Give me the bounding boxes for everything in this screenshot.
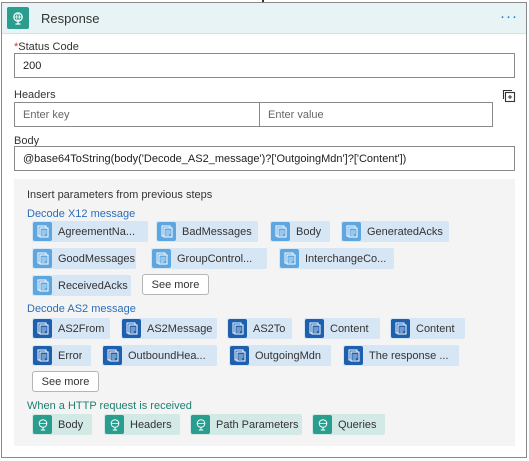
token-label: Path Parameters	[216, 418, 299, 431]
globe-icon	[313, 415, 332, 434]
token-label: AS2To	[253, 322, 286, 335]
token-agreementname[interactable]: AgreementNa...	[32, 221, 148, 242]
token-label: Error	[58, 349, 83, 362]
token-http-path-parameters[interactable]: Path Parameters	[190, 414, 302, 435]
token-generatedacks[interactable]: GeneratedAcks	[341, 221, 449, 242]
header-value-input[interactable]: Enter value	[259, 102, 493, 127]
token-label: Body	[296, 225, 322, 238]
token-label: GoodMessages	[58, 252, 136, 265]
document-icon	[122, 319, 141, 338]
document-icon	[33, 346, 52, 365]
document-icon	[33, 222, 52, 241]
token-label: Queries	[338, 418, 377, 431]
token-goodmessages[interactable]: GoodMessages	[32, 248, 136, 269]
document-icon	[152, 249, 171, 268]
document-icon	[33, 249, 52, 268]
token-http-headers[interactable]: Headers	[104, 414, 180, 435]
header-key-input[interactable]: Enter key	[14, 102, 261, 127]
token-label: Content	[330, 322, 369, 335]
document-icon	[271, 222, 290, 241]
body-expression-input[interactable]: @base64ToString(body('Decode_AS2_message…	[14, 146, 515, 171]
token-http-body[interactable]: Body	[32, 414, 92, 435]
more-options-button[interactable]: ···	[500, 8, 518, 25]
document-icon	[344, 346, 363, 365]
document-icon	[33, 319, 52, 338]
token-error[interactable]: Error	[32, 345, 91, 366]
dynamic-content-panel: Insert parameters from previous steps De…	[14, 179, 515, 446]
copy-icon[interactable]	[502, 89, 516, 103]
token-as2from[interactable]: AS2From	[32, 318, 110, 339]
token-as2message[interactable]: AS2Message	[121, 318, 217, 339]
token-label: ReceivedAcks	[58, 279, 128, 292]
token-label: The response ...	[369, 349, 449, 362]
token-outgoingmdn[interactable]: OutgoingMdn	[229, 345, 331, 366]
card-title: Response	[41, 11, 100, 26]
token-label: Content	[416, 322, 455, 335]
token-interchangecontrol[interactable]: InterchangeCo...	[279, 248, 394, 269]
globe-icon	[105, 415, 124, 434]
token-label: AS2Message	[147, 322, 213, 335]
token-groupcontrol[interactable]: GroupControl...	[151, 248, 267, 269]
document-icon	[305, 319, 324, 338]
token-label: AgreementNa...	[58, 225, 136, 238]
token-label: Headers	[130, 418, 172, 431]
section-decode-x12: Decode X12 message	[27, 208, 136, 220]
token-label: GeneratedAcks	[367, 225, 443, 238]
token-outboundheaders[interactable]: OutboundHea...	[102, 345, 217, 366]
token-label: InterchangeCo...	[305, 252, 387, 265]
document-icon	[228, 319, 247, 338]
globe-icon	[33, 415, 52, 434]
document-icon	[230, 346, 249, 365]
token-the-response[interactable]: The response ...	[343, 345, 459, 366]
document-icon	[391, 319, 410, 338]
status-code-input[interactable]: 200	[14, 53, 515, 78]
token-label: Body	[58, 418, 84, 431]
card-header[interactable]: Response ···	[2, 3, 526, 34]
section-decode-as2: Decode AS2 message	[27, 303, 136, 315]
token-label: OutboundHea...	[128, 349, 206, 362]
document-icon	[342, 222, 361, 241]
document-icon	[33, 276, 52, 295]
document-icon	[280, 249, 299, 268]
token-label: OutgoingMdn	[255, 349, 322, 362]
status-code-label: *Status Code	[14, 41, 79, 53]
token-body[interactable]: Body	[270, 221, 330, 242]
token-label: BadMessages	[182, 225, 252, 238]
globe-icon	[7, 7, 29, 29]
headers-label: Headers	[14, 89, 56, 101]
section-http-request: When a HTTP request is received	[27, 400, 192, 412]
token-http-queries[interactable]: Queries	[312, 414, 385, 435]
token-as2to[interactable]: AS2To	[227, 318, 292, 339]
token-label: AS2From	[58, 322, 105, 335]
document-icon	[157, 222, 176, 241]
panel-title: Insert parameters from previous steps	[27, 189, 213, 201]
x12-see-more-button[interactable]: See more	[142, 274, 209, 295]
token-content-1[interactable]: Content	[304, 318, 380, 339]
response-action-card: Response ··· *Status Code 200 Headers En…	[1, 2, 527, 458]
status-code-label-text: Status Code	[18, 41, 79, 53]
token-badmessages[interactable]: BadMessages	[156, 221, 258, 242]
token-content-2[interactable]: Content	[390, 318, 465, 339]
globe-icon	[191, 415, 210, 434]
token-receivedacks[interactable]: ReceivedAcks	[32, 275, 131, 296]
as2-see-more-button[interactable]: See more	[32, 371, 99, 392]
token-label: GroupControl...	[177, 252, 253, 265]
document-icon	[103, 346, 122, 365]
